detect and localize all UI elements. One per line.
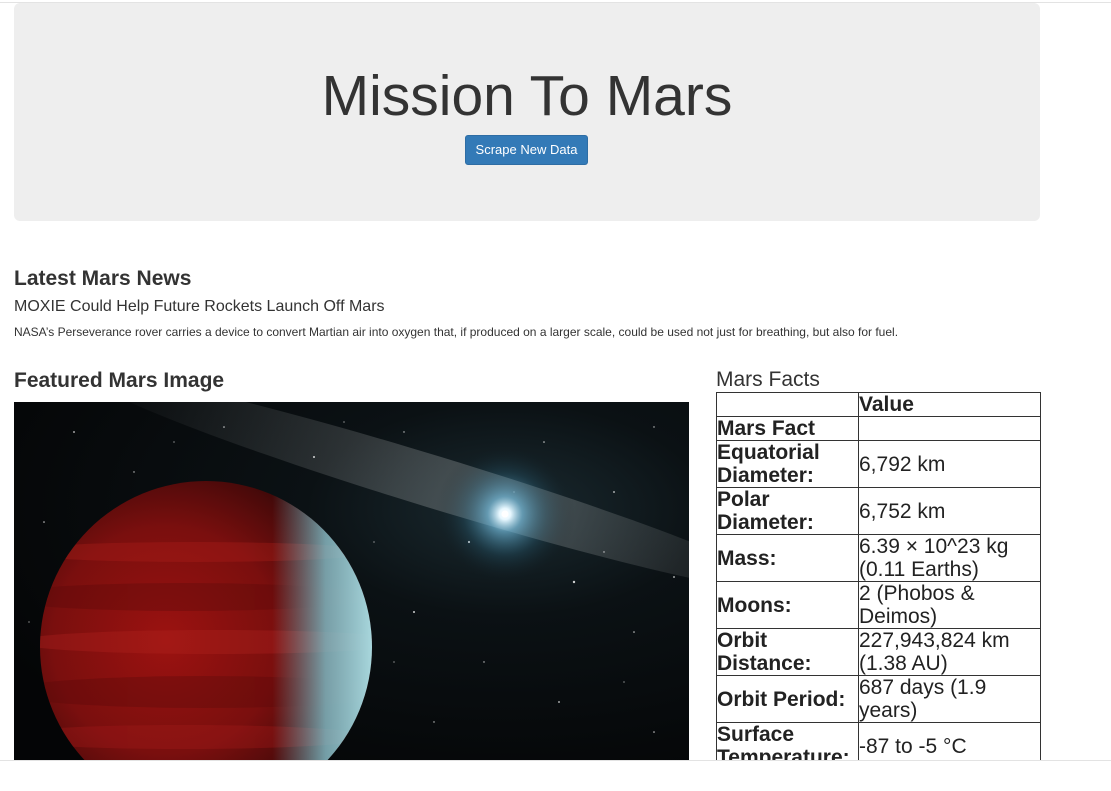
table-row: Mass: 6.39 × 10^23 kg (0.11 Earths)	[716, 534, 1041, 582]
latest-news-heading: Latest Mars News	[14, 267, 192, 290]
table-row: Equatorial Diameter: 6,792 km	[716, 440, 1041, 488]
mars-facts-heading: Mars Facts	[716, 368, 820, 391]
news-title: MOXIE Could Help Future Rockets Launch O…	[14, 298, 385, 315]
table-index-row: Mars Fact	[716, 416, 1041, 441]
fact-label: Mass:	[716, 534, 859, 582]
table-row: Orbit Period: 687 days (1.9 years)	[716, 675, 1041, 723]
mars-facts-table: Value Mars Fact Equatorial Diameter: 6,7…	[716, 392, 1041, 760]
fact-value: 687 days (1.9 years)	[858, 675, 1041, 723]
table-row: Moons: 2 (Phobos & Deimos)	[716, 581, 1041, 629]
fact-value: -87 to -5 °C	[858, 722, 1041, 760]
fact-label: Moons:	[716, 581, 859, 629]
featured-mars-image	[14, 402, 689, 760]
fact-label: Polar Diameter:	[716, 487, 859, 535]
featured-image-heading: Featured Mars Image	[14, 369, 225, 392]
mars-facts-container: Value Mars Fact Equatorial Diameter: 6,7…	[716, 392, 1041, 760]
fact-label: Orbit Distance:	[716, 628, 859, 676]
fact-value: 6,752 km	[858, 487, 1041, 535]
table-row: Surface Temperature: -87 to -5 °C	[716, 722, 1041, 760]
table-index-label: Mars Fact	[716, 416, 859, 441]
table-header-cell	[716, 392, 859, 417]
table-index-empty	[858, 416, 1041, 441]
news-teaser: NASA’s Perseverance rover carries a devi…	[14, 325, 899, 339]
bottom-divider	[0, 760, 1111, 761]
scrape-new-data-button[interactable]: Scrape New Data	[465, 135, 588, 165]
jumbotron: Mission To Mars Scrape New Data	[14, 3, 1040, 221]
table-header-row: Value	[716, 392, 1041, 417]
fact-value: 227,943,824 km (1.38 AU)	[858, 628, 1041, 676]
fact-value: 6.39 × 10^23 kg (0.11 Earths)	[858, 534, 1041, 582]
fact-label: Orbit Period:	[716, 675, 859, 723]
table-row: Polar Diameter: 6,752 km	[716, 487, 1041, 535]
table-header-cell: Value	[858, 392, 1041, 417]
table-row: Orbit Distance: 227,943,824 km (1.38 AU)	[716, 628, 1041, 676]
fact-label: Surface Temperature:	[716, 722, 859, 760]
fact-label: Equatorial Diameter:	[716, 440, 859, 488]
fact-value: 2 (Phobos & Deimos)	[858, 581, 1041, 629]
page-title: Mission To Mars	[321, 64, 733, 128]
fact-value: 6,792 km	[858, 440, 1041, 488]
